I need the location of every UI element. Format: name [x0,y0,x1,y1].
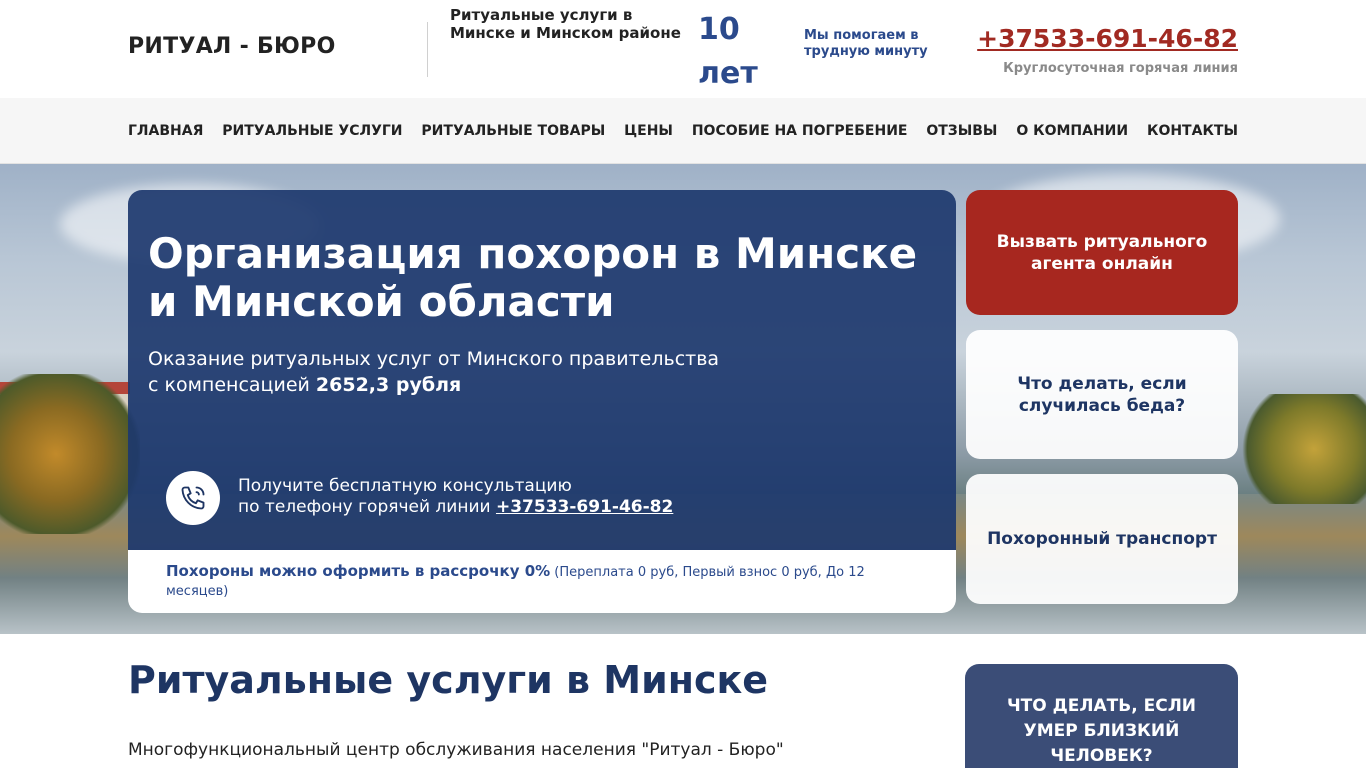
installment-text: Похороны можно оформить в рассрочку 0% (… [166,562,886,601]
hero-banner: Организация похорон в Минске и Минской о… [0,164,1366,634]
hotline-note: Круглосуточная горячая линия [1003,61,1238,76]
header-divider [427,22,428,77]
hero-call-text: Получите бесплатную консультацию по теле… [238,476,673,518]
installment-box: Похороны можно оформить в рассрочку 0% (… [128,550,956,613]
hero-trees [0,374,140,534]
nav-item-contacts[interactable]: КОНТАКТЫ [1147,123,1238,139]
nav-item-services[interactable]: РИТУАЛЬНЫЕ УСЛУГИ [222,123,402,139]
hero-subtitle: Оказание ритуальных услуг от Минского пр… [148,346,848,398]
compensation-amount: 2652,3 рубля [315,374,462,396]
main-nav: ГЛАВНАЯ РИТУАЛЬНЫЕ УСЛУГИ РИТУАЛЬНЫЕ ТОВ… [0,98,1366,164]
nav-item-about[interactable]: О КОМПАНИИ [1016,123,1128,139]
section-text: Многофункциональный центр обслуживания н… [128,740,784,768]
years-badge: 10 лет [698,12,758,91]
hero-subtitle-line1: Оказание ритуальных услуг от Минского пр… [148,348,720,370]
site-logo[interactable]: РИТУАЛ - БЮРО [128,34,336,59]
nav-item-prices[interactable]: ЦЕНЫ [624,123,673,139]
site-header: РИТУАЛ - БЮРО Ритуальные услуги в Минске… [0,0,1366,98]
call-line1: Получите бесплатную консультацию [238,476,572,496]
hero-card: Организация похорон в Минске и Минской о… [128,190,956,613]
hero-phone-link[interactable]: +37533-691-46-82 [496,497,673,517]
nav-item-allowance[interactable]: ПОСОБИЕ НА ПОГРЕБЕНИЕ [692,123,908,139]
nav-item-reviews[interactable]: ОТЗЫВЫ [926,123,997,139]
call-line2: по телефону горячей линии [238,497,496,517]
hero-subtitle-line2: с компенсацией [148,374,316,396]
sidebar-what-to-do-card[interactable]: ЧТО ДЕЛАТЬ, ЕСЛИ УМЕР БЛИЗКИЙ ЧЕЛОВЕК? [965,664,1238,768]
nav-item-home[interactable]: ГЛАВНАЯ [128,123,203,139]
funeral-transport-button[interactable]: Похоронный транспорт [966,474,1238,604]
installment-headline[interactable]: Похороны можно оформить в рассрочку 0% [166,562,550,580]
nav-item-goods[interactable]: РИТУАЛЬНЫЕ ТОВАРЫ [421,123,605,139]
hero-title: Организация похорон в Минске и Минской о… [148,229,918,326]
help-slogan: Мы помогаем в трудную минуту [804,28,928,59]
main-nav-list: ГЛАВНАЯ РИТУАЛЬНЫЕ УСЛУГИ РИТУАЛЬНЫЕ ТОВ… [128,98,1238,164]
section-title: Ритуальные услуги в Минске [128,658,769,702]
hero-card-top: Организация похорон в Минске и Минской о… [128,190,956,550]
call-agent-button[interactable]: Вызвать ритуального агента онлайн [966,190,1238,315]
hero-trees [1236,394,1366,504]
header-tagline: Ритуальные услуги в Минске и Минском рай… [450,6,681,42]
header-phone-link[interactable]: +37533-691-46-82 [977,24,1238,53]
phone-call-icon[interactable] [166,471,220,525]
what-to-do-button[interactable]: Что делать, если случилась беда? [966,330,1238,459]
